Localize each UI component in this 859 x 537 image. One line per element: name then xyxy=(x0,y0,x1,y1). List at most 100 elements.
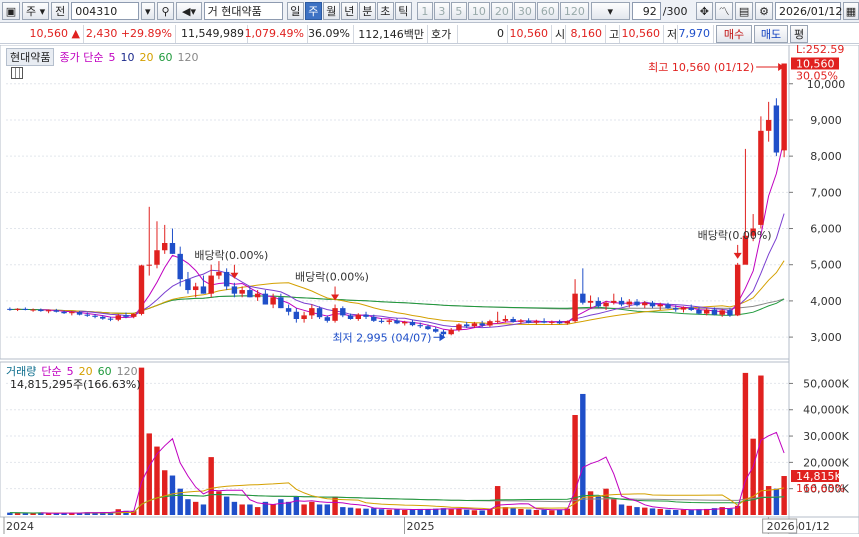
candle-body xyxy=(22,308,29,310)
buy-button[interactable]: 매수 xyxy=(716,24,752,43)
candle-body xyxy=(324,317,331,321)
interval-tab[interactable]: 10 xyxy=(467,2,490,20)
candle-body xyxy=(463,324,470,327)
volume-bar xyxy=(618,504,625,515)
interval-tab[interactable]: 20 xyxy=(490,2,513,20)
period-tab[interactable]: 주 xyxy=(304,2,322,20)
code-dropdown-icon[interactable]: ▾ xyxy=(140,2,155,20)
ma20-label: 20 xyxy=(139,50,154,64)
interval-tab[interactable]: 30 xyxy=(513,2,536,20)
hoga-value: 0 xyxy=(458,24,508,43)
candle-body xyxy=(556,321,563,324)
save-icon[interactable]: ▤ xyxy=(735,2,754,20)
open-label: 시 xyxy=(552,24,566,43)
interval-tab[interactable]: 120 xyxy=(559,2,589,20)
bid-price: 10,560 xyxy=(508,24,552,43)
layout-icon[interactable]: ▣ xyxy=(2,2,20,20)
period-tab[interactable]: 분 xyxy=(358,2,376,20)
x-cursor-label: 2026 xyxy=(767,520,795,533)
period-tab[interactable]: 월 xyxy=(322,2,340,20)
period-tab[interactable]: 틱 xyxy=(394,2,412,20)
volume-bar xyxy=(22,513,29,515)
candle-body xyxy=(192,286,199,291)
candle-body xyxy=(363,314,369,317)
volume-bar xyxy=(781,476,787,515)
prefix-button[interactable]: 전 xyxy=(51,2,70,20)
volume-bar xyxy=(448,509,454,515)
dividend-annotation: 배당락(0.00%) xyxy=(295,271,369,284)
candle-body xyxy=(316,308,323,318)
interval-tab[interactable]: 5 xyxy=(450,2,467,20)
volume-bar xyxy=(673,510,679,515)
candle-body xyxy=(169,243,176,254)
candle-body xyxy=(634,301,640,306)
candle-body xyxy=(278,297,284,309)
interval-tab[interactable]: 60 xyxy=(536,2,559,20)
eval-button[interactable]: 평 xyxy=(790,24,808,43)
volume-bar xyxy=(665,509,671,515)
period-tab[interactable]: 일 xyxy=(286,2,304,20)
candle-body xyxy=(223,271,230,287)
interval-tab[interactable]: 3 xyxy=(433,2,450,20)
volume-bar xyxy=(603,488,609,515)
candle-body xyxy=(378,320,385,322)
volume-bar xyxy=(773,488,780,515)
candle-body xyxy=(332,308,338,321)
volume-bar xyxy=(386,509,392,515)
period-tab[interactable]: 초 xyxy=(376,2,394,20)
volume-bar xyxy=(463,509,470,515)
low-price: 7,970 xyxy=(678,24,714,43)
change-value: 2,430 xyxy=(85,27,118,40)
volume-tick-label: 50,000K xyxy=(803,377,849,390)
volume-bar xyxy=(223,496,230,515)
price-tick-label: 9,000 xyxy=(810,114,842,127)
volume-bar xyxy=(549,510,555,515)
stock-chart[interactable]: 3,0004,0005,0006,0007,0008,0009,00010,00… xyxy=(0,43,859,535)
grid-icon[interactable] xyxy=(11,67,23,79)
candle-body xyxy=(525,320,532,323)
name-prefix: 거 xyxy=(207,5,218,18)
period-tab[interactable]: 년 xyxy=(340,2,358,20)
sound-icon[interactable]: ◀▾ xyxy=(176,2,202,20)
candle-body xyxy=(680,307,687,310)
price-tick-label: 4,000 xyxy=(810,295,842,308)
dividend-annotation: 배당락(0.00%) xyxy=(194,249,268,262)
volume-bar xyxy=(742,372,749,515)
sell-button[interactable]: 매도 xyxy=(754,24,788,43)
candle-body xyxy=(7,308,13,310)
candle-body xyxy=(100,316,106,319)
volume-bar xyxy=(518,508,524,515)
candle-body xyxy=(123,315,129,317)
stock-tag[interactable]: 현대약품 xyxy=(6,48,55,66)
candle-body xyxy=(371,316,377,321)
count-input[interactable]: 92 xyxy=(631,2,661,20)
calendar-icon[interactable]: ▦ xyxy=(843,2,859,20)
interval-tab[interactable]: 1 xyxy=(416,2,433,20)
interval-dropdown[interactable]: ▾ xyxy=(590,2,630,20)
x-axis-date-label: 01/12 xyxy=(798,520,830,533)
candle-body xyxy=(107,318,114,320)
x-axis-label: 2025 xyxy=(406,520,434,533)
market-select[interactable]: 주 ▾ xyxy=(22,2,50,20)
chart-type-icon[interactable]: 〽 xyxy=(715,2,734,20)
settings-icon[interactable]: ⚙ xyxy=(755,2,773,20)
candle-body xyxy=(61,311,67,314)
ma5-label: 5 xyxy=(108,50,116,64)
stock-code-input[interactable]: 004310 xyxy=(71,2,139,20)
candle-body xyxy=(69,312,75,314)
search-icon[interactable]: ⚲ xyxy=(156,2,175,20)
volume-bar xyxy=(634,507,640,515)
candle-body xyxy=(270,297,276,305)
crosshair-icon[interactable]: ✥ xyxy=(695,2,714,20)
candle-body xyxy=(262,293,269,305)
candle-body xyxy=(502,319,509,321)
turnover: 36.09% xyxy=(308,24,354,43)
ma120-label: 120 xyxy=(177,50,199,64)
date-input[interactable]: 2026/01/12 xyxy=(775,2,842,20)
chart-area: 3,000 4,000 5,000 6,000 7,000 8,000 9,000 10,00… xyxy=(0,43,859,535)
candle-body xyxy=(14,308,21,310)
stock-name-field[interactable]: 거 현대약품 xyxy=(203,2,283,20)
candle-body xyxy=(564,321,571,324)
volume-tick-label: 20,000K xyxy=(803,456,849,469)
candle-body xyxy=(456,324,462,330)
